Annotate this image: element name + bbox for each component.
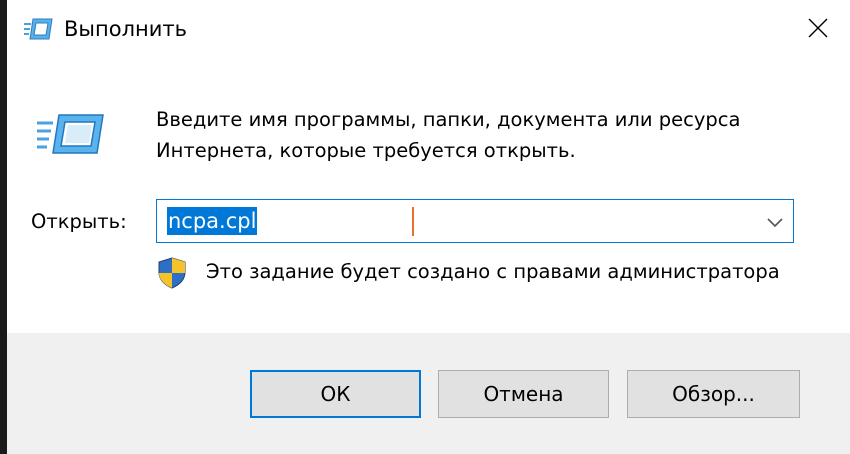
close-button[interactable] — [796, 8, 840, 48]
browse-button[interactable]: Обзор... — [627, 370, 800, 418]
background-window-edge — [0, 0, 7, 454]
text-caret — [412, 207, 414, 236]
window-title: Выполнить — [64, 17, 187, 41]
open-input[interactable]: ncpa.cpl — [167, 207, 258, 235]
title-bar[interactable]: Выполнить — [7, 0, 850, 58]
dialog-description: Введите имя программы, папки, документа … — [156, 108, 741, 162]
uac-shield-icon — [158, 257, 186, 289]
open-label: Открыть: — [31, 210, 127, 233]
run-icon — [23, 15, 53, 43]
chevron-down-icon[interactable] — [765, 212, 785, 232]
run-dialog: Выполнить Введите имя программы, папки, … — [7, 0, 850, 454]
open-combobox[interactable]: ncpa.cpl — [156, 199, 794, 243]
button-bar: ОК Отмена Обзор... — [7, 333, 850, 454]
ok-button[interactable]: ОК — [250, 370, 421, 418]
close-icon — [808, 18, 828, 38]
run-large-icon — [35, 111, 105, 155]
admin-note: Это задание будет создано с правами адми… — [206, 260, 780, 283]
cancel-button[interactable]: Отмена — [438, 370, 609, 418]
